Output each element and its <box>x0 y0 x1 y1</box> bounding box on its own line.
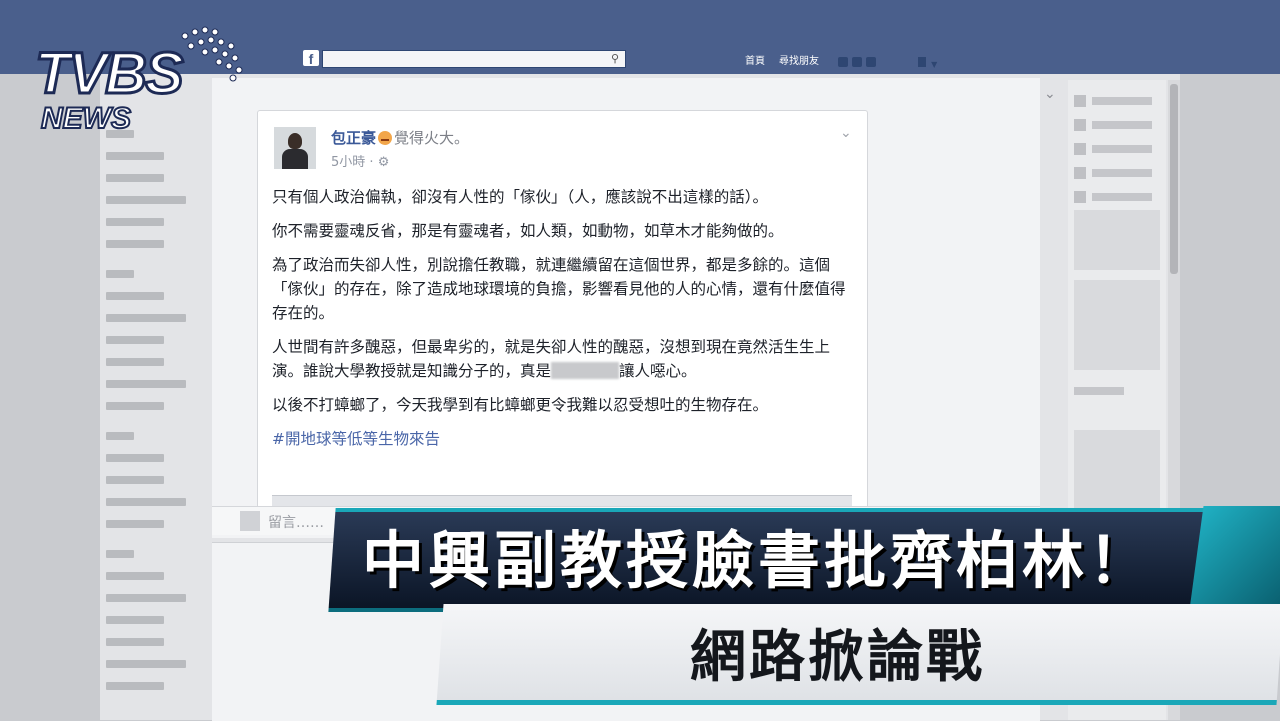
search-input[interactable]: ⚲ <box>322 50 626 68</box>
logo-brand-text: TVBS <box>34 40 186 108</box>
post-header: 包正豪 覺得火大。 <box>331 127 469 148</box>
facebook-post: 包正豪 覺得火大。 5小時 · ⚙ ⌄ 只有個人政治偏執，卻沒有人性的「傢伙」（人… <box>257 110 868 512</box>
logo-dots-icon <box>181 26 243 82</box>
post-paragraph: 你不需要靈魂反省，那是有靈魂者，如人類，如動物，如草木才能夠做的。 <box>272 222 784 240</box>
account-menu-icon[interactable]: ▼ <box>918 52 942 69</box>
facebook-logo-icon[interactable]: f <box>303 50 319 67</box>
post-body: 只有個人政治偏執，卻沒有人性的「傢伙」（人，應該說不出這樣的話）。 你不需要靈魂… <box>272 185 857 461</box>
angry-emoji-icon <box>378 131 393 145</box>
author-name[interactable]: 包正豪 <box>331 129 376 147</box>
logo-news-text: NEWS <box>40 101 132 136</box>
scroll-thumb[interactable] <box>1170 84 1178 274</box>
post-paragraph: 以後不打蟑螂了，今天我學到有比蟑螂更令我難以忍受想吐的生物存在。 <box>272 396 769 414</box>
post-paragraph: 只有個人政治偏執，卻沒有人性的「傢伙」（人，應該說不出這樣的話）。 <box>272 188 769 206</box>
friend-requests-icon[interactable] <box>838 57 848 67</box>
notifications-icon[interactable] <box>866 57 876 67</box>
comment-input[interactable]: 留言…… <box>268 512 324 532</box>
post-paragraph: 人世間有許多醜惡，但最卑劣的，就是失卻人性的醜惡，沒想到現在竟然活生生上演。誰說… <box>272 338 831 380</box>
subline-text: 網路掀論戰 <box>690 625 985 690</box>
left-sidebar <box>106 130 196 704</box>
tvbs-logo: TVBS NEWS <box>34 26 255 140</box>
hashtag-link[interactable]: #開地球等低等生物來告 <box>272 427 857 451</box>
post-paragraph: 為了政治而失卻人性，別說擔任教職，就連繼續留在這個世界，都是多餘的。這個「傢伙」… <box>272 256 846 322</box>
post-meta: 5小時 · ⚙ <box>331 155 390 170</box>
post-options-chevron-icon[interactable]: ⌄ <box>840 125 852 141</box>
user-avatar <box>240 511 260 531</box>
nav-home[interactable]: 首頁 <box>745 52 765 67</box>
headline-text: 中興副教授臉書批齊柏林！ <box>362 524 1155 597</box>
post-time[interactable]: 5小時 <box>331 155 365 170</box>
author-avatar[interactable] <box>274 127 316 169</box>
search-icon[interactable]: ⚲ <box>611 52 619 65</box>
notification-icons <box>838 52 880 71</box>
messages-icon[interactable] <box>852 57 862 67</box>
banner-accent <box>1190 506 1280 606</box>
nav-find-friends[interactable]: 尋找朋友 <box>779 52 819 67</box>
feeling-text: 覺得火大。 <box>394 129 470 147</box>
censored-blur <box>551 362 620 379</box>
collapse-chevron-icon[interactable]: ⌄ <box>1044 86 1056 102</box>
globe-icon[interactable]: ⚙ <box>378 155 390 170</box>
